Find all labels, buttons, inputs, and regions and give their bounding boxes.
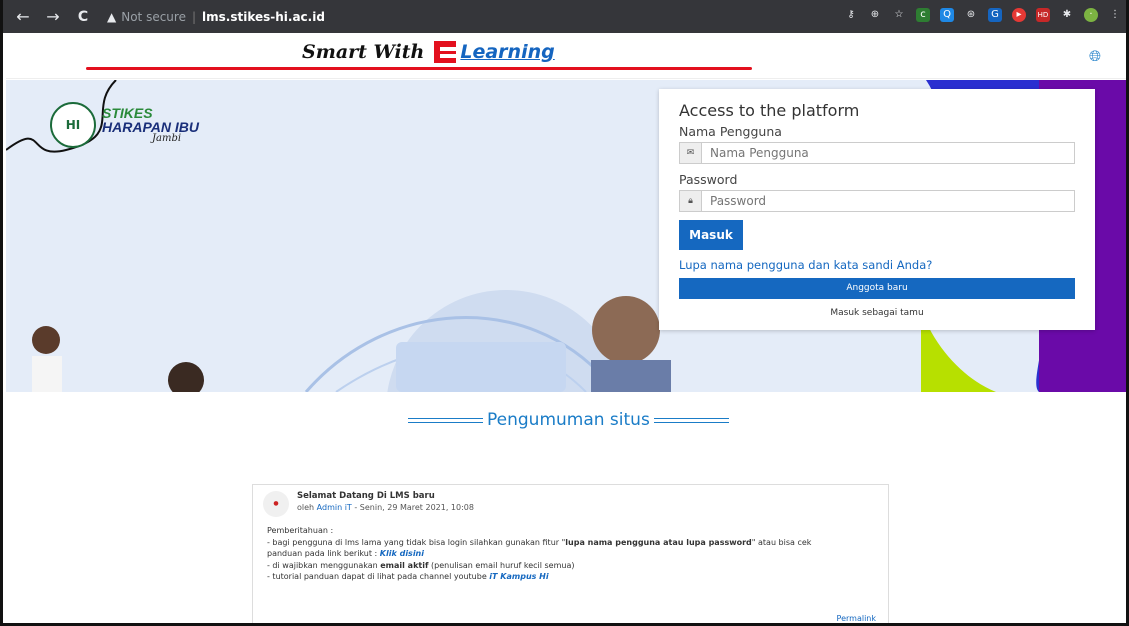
zoom-icon[interactable]: ⊕: [868, 8, 882, 22]
post-line-text: - tutorial panduan dapat di lihat pada c…: [267, 572, 490, 581]
guest-login-link[interactable]: Masuk sebagai tamu: [679, 308, 1075, 318]
post-date: - Senin, 29 Maret 2021, 10:08: [354, 503, 474, 512]
star-icon[interactable]: ☆: [892, 8, 906, 22]
post-line-bold: email aktif: [380, 560, 429, 570]
extension-icon[interactable]: Q: [940, 8, 954, 22]
extension-icon[interactable]: ⊛: [964, 8, 978, 22]
puzzle-icon[interactable]: ✱: [1060, 8, 1074, 22]
heading-rule: [408, 417, 483, 423]
logo-line3: Jambi: [152, 133, 182, 144]
post-line-text: panduan pada link berikut :: [267, 549, 380, 558]
post-meta: oleh Admin iT - Senin, 29 Maret 2021, 10…: [297, 503, 474, 512]
institution-logo[interactable]: HI STIKES HARAPAN IBU Jambi: [50, 102, 199, 148]
extension-icon[interactable]: c: [916, 8, 930, 22]
username-label: Nama Pengguna: [679, 124, 782, 139]
post-line-bold: lupa nama pengguna atau lupa password: [565, 537, 752, 547]
guide-link[interactable]: Klik disini: [380, 549, 424, 558]
announcements-title: Pengumuman situs: [487, 410, 650, 430]
signup-button[interactable]: Anggota baru: [679, 278, 1075, 299]
logo-line2: HARAPAN IBU: [102, 119, 199, 135]
post-by: oleh: [297, 503, 315, 512]
post-intro: Pemberitahuan :: [267, 526, 334, 535]
brand-learning: Learning: [460, 41, 555, 63]
post-line-text: (penulisan email huruf kecil semua): [428, 560, 575, 570]
post-line: - di wajibkan menggunakan email aktif (p…: [267, 560, 878, 572]
key-icon[interactable]: ⚷: [844, 8, 858, 22]
menu-icon[interactable]: ⋮: [1108, 8, 1122, 22]
envelope-icon: ✉: [680, 143, 702, 163]
announcements-heading: Pengumuman situs: [408, 410, 729, 430]
extensions-tray: ⚷ ⊕ ☆ c Q ⊛ G ▸ HD ✱ · ⋮: [844, 8, 1122, 22]
browser-window: ← → C ▲ Not secure | lms.stikes-hi.ac.id…: [0, 0, 1129, 626]
reload-icon[interactable]: C: [71, 9, 95, 25]
author-avatar[interactable]: ●: [263, 491, 289, 517]
url-text: lms.stikes-hi.ac.id: [202, 10, 325, 24]
e-logo-icon: [434, 41, 457, 63]
address-separator: |: [191, 10, 197, 24]
brand-underline: [86, 67, 752, 70]
post-line-text: - di wajibkan menggunakan: [267, 560, 381, 570]
post-title: Selamat Datang Di LMS baru: [297, 491, 435, 501]
username-field-group: ✉: [679, 142, 1075, 164]
password-field-group: 🔒︎: [679, 190, 1075, 212]
brand-smart: Smart With: [302, 41, 425, 63]
institution-seal-icon: HI: [50, 102, 96, 148]
warning-icon: ▲: [107, 10, 117, 24]
youtube-channel-link[interactable]: iT Kampus Hi: [489, 572, 548, 581]
post-line-text: " atau bisa cek: [751, 537, 812, 547]
login-card: Access to the platform Nama Pengguna ✉ P…: [659, 89, 1095, 330]
logo-line1: STIKES: [102, 105, 153, 121]
post-line: - tutorial panduan dapat di lihat pada c…: [267, 571, 878, 583]
post-body: Pemberitahuan : - bagi pengguna di lms l…: [263, 525, 878, 583]
extension-icon[interactable]: ▸: [1012, 8, 1026, 22]
login-title: Access to the platform: [679, 101, 860, 120]
post-line: - bagi pengguna di lms lama yang tidak b…: [267, 537, 878, 549]
lock-icon: 🔒︎: [680, 191, 702, 211]
security-label: Not secure: [121, 10, 186, 24]
browser-toolbar: ← → C ▲ Not secure | lms.stikes-hi.ac.id…: [3, 0, 1126, 33]
site-header: Smart With Learning 🌐︎: [6, 33, 1126, 79]
username-input[interactable]: [702, 143, 1074, 163]
password-label: Password: [679, 172, 738, 187]
announcement-post: ● Selamat Datang Di LMS baru oleh Admin …: [252, 484, 889, 623]
heading-rule: [653, 417, 729, 423]
extension-icon[interactable]: G: [988, 8, 1002, 22]
post-line: panduan pada link berikut : Klik disini: [267, 548, 878, 560]
extension-icon[interactable]: HD: [1036, 8, 1050, 22]
password-input[interactable]: [702, 191, 1074, 211]
avatar[interactable]: ·: [1084, 8, 1098, 22]
permalink-link[interactable]: Permalink: [837, 614, 876, 623]
back-icon[interactable]: ←: [11, 7, 35, 26]
site-brand[interactable]: Smart With Learning: [302, 41, 555, 63]
language-globe-icon[interactable]: 🌐︎: [1089, 47, 1101, 65]
login-button[interactable]: Masuk: [679, 220, 743, 250]
post-line-text: - bagi pengguna di lms lama yang tidak b…: [267, 537, 566, 547]
forward-icon[interactable]: →: [41, 7, 65, 26]
post-author-link[interactable]: Admin iT: [317, 503, 352, 512]
forgot-credentials-link[interactable]: Lupa nama pengguna dan kata sandi Anda?: [679, 258, 1075, 272]
